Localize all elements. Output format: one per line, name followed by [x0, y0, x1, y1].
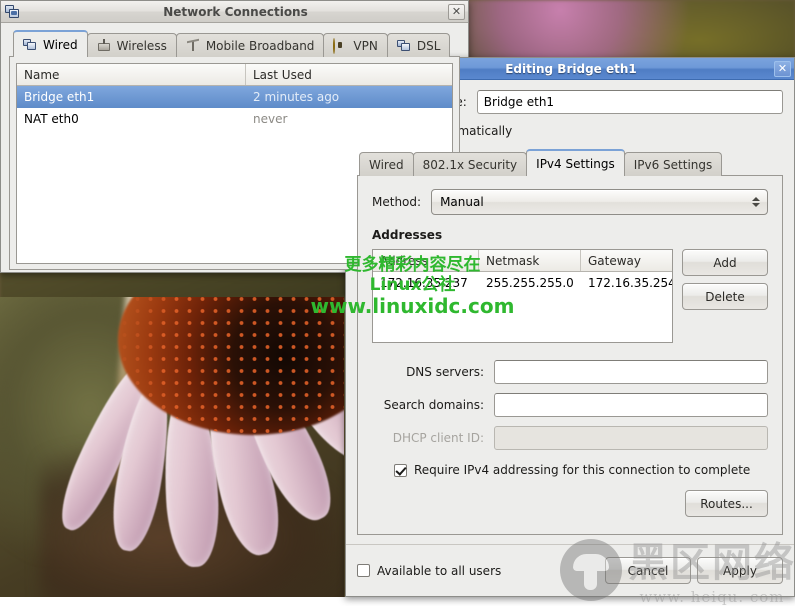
connection-name-value: Bridge eth1 — [484, 95, 554, 109]
table-row[interactable]: 172.16.35.237 255.255.255.0 172.16.35.25… — [373, 272, 672, 294]
connection-name: Bridge eth1 — [17, 90, 246, 104]
connection-last-used: never — [246, 112, 452, 126]
vpn-lock-icon — [333, 39, 348, 52]
column-header-gateway[interactable]: Gateway — [581, 250, 672, 271]
method-label: Method: — [372, 195, 421, 209]
gateway-cell: 172.16.35.254 — [581, 276, 672, 290]
dns-servers-row: DNS servers: — [372, 360, 768, 384]
connection-last-used: 2 minutes ago — [246, 90, 452, 104]
column-header-name[interactable]: Name — [17, 64, 246, 85]
dialog-footer: Available to all users Cancel Apply — [346, 544, 794, 596]
dhcp-client-id-input — [494, 426, 768, 450]
close-icon[interactable]: ✕ — [448, 4, 465, 20]
cancel-button[interactable]: Cancel — [605, 557, 691, 584]
tab-mobile-broadband-label: Mobile Broadband — [206, 39, 315, 53]
search-domains-input[interactable] — [494, 393, 768, 417]
dhcp-client-id-label: DHCP client ID: — [372, 431, 484, 445]
addresses-table[interactable]: Address Netmask Gateway 172.16.35.237 25… — [372, 249, 673, 343]
tab-8021x-security[interactable]: 802.1x Security — [413, 152, 528, 176]
method-row: Method: Manual — [372, 189, 768, 215]
chevron-updown-icon — [749, 197, 763, 207]
connection-name: NAT eth0 — [17, 112, 246, 126]
tab-8021x-security-label: 802.1x Security — [423, 158, 518, 172]
dsl-icon — [397, 39, 412, 52]
ipv4-settings-panel: Method: Manual Addresses Address Netmask… — [357, 175, 783, 535]
tab-wireless[interactable]: Wireless — [87, 33, 177, 57]
checkbox-box — [357, 564, 370, 577]
network-connections-titlebar[interactable]: Network Connections ✕ — [1, 1, 468, 23]
tab-dsl-label: DSL — [417, 39, 441, 53]
require-ipv4-checkbox[interactable]: Require IPv4 addressing for this connect… — [394, 463, 768, 477]
address-cell: 172.16.35.237 — [373, 276, 479, 290]
column-header-address[interactable]: Address — [373, 250, 479, 271]
wired-icon — [23, 38, 38, 51]
dns-servers-input[interactable] — [494, 360, 768, 384]
column-header-last-used[interactable]: Last Used — [246, 64, 452, 85]
available-to-all-users-label: Available to all users — [377, 564, 501, 578]
method-dropdown[interactable]: Manual — [431, 189, 768, 215]
tab-mobile-broadband[interactable]: Mobile Broadband — [176, 33, 325, 57]
wallpaper-coneflower-photo — [0, 297, 344, 597]
tab-ipv4-settings[interactable]: IPv4 Settings — [526, 149, 625, 176]
tab-wireless-label: Wireless — [117, 39, 167, 53]
search-domains-label: Search domains: — [372, 398, 484, 412]
tab-ipv6-settings-label: IPv6 Settings — [634, 158, 713, 172]
method-value: Manual — [440, 195, 749, 209]
require-ipv4-label: Require IPv4 addressing for this connect… — [414, 463, 750, 477]
tab-wired[interactable]: Wired — [13, 30, 88, 57]
addresses-area: Address Netmask Gateway 172.16.35.237 25… — [372, 249, 768, 343]
edit-dialog-tabs: Wired 802.1x Security IPv4 Settings IPv6… — [357, 149, 783, 176]
tab-ipv4-settings-label: IPv4 Settings — [536, 157, 615, 171]
available-to-all-users-checkbox[interactable]: Available to all users — [357, 564, 501, 578]
connection-name-input[interactable]: Bridge eth1 — [477, 90, 783, 114]
tab-wired[interactable]: Wired — [359, 152, 414, 176]
network-connections-tabs: Wired Wireless Mobile Broadband VPN DSL — [9, 30, 460, 57]
addresses-table-header: Address Netmask Gateway — [373, 250, 672, 272]
wireless-icon — [97, 39, 112, 52]
dns-servers-label: DNS servers: — [372, 365, 484, 379]
close-icon[interactable]: ✕ — [774, 61, 791, 77]
search-domains-row: Search domains: — [372, 393, 768, 417]
mobile-broadband-icon — [186, 39, 201, 52]
dhcp-client-id-row: DHCP client ID: — [372, 426, 768, 450]
addresses-section-title: Addresses — [372, 228, 768, 242]
tab-ipv6-settings[interactable]: IPv6 Settings — [624, 152, 723, 176]
tab-vpn-label: VPN — [353, 39, 377, 53]
column-header-netmask[interactable]: Netmask — [479, 250, 581, 271]
tab-wired-label: Wired — [43, 38, 78, 52]
tab-wired-label: Wired — [369, 158, 404, 172]
tab-vpn[interactable]: VPN — [323, 33, 387, 57]
network-connections-icon — [5, 5, 21, 19]
tab-dsl[interactable]: DSL — [387, 33, 451, 57]
routes-button[interactable]: Routes... — [685, 490, 768, 517]
table-row[interactable]: Bridge eth1 2 minutes ago — [17, 86, 452, 108]
table-row[interactable]: NAT eth0 never — [17, 108, 452, 130]
netmask-cell: 255.255.255.0 — [479, 276, 581, 290]
apply-button[interactable]: Apply — [697, 557, 783, 584]
network-connections-title: Network Connections — [23, 5, 448, 19]
delete-button[interactable]: Delete — [682, 283, 768, 310]
checkbox-box — [394, 464, 407, 477]
connections-list-header: Name Last Used — [17, 64, 452, 86]
add-button[interactable]: Add — [682, 249, 768, 276]
